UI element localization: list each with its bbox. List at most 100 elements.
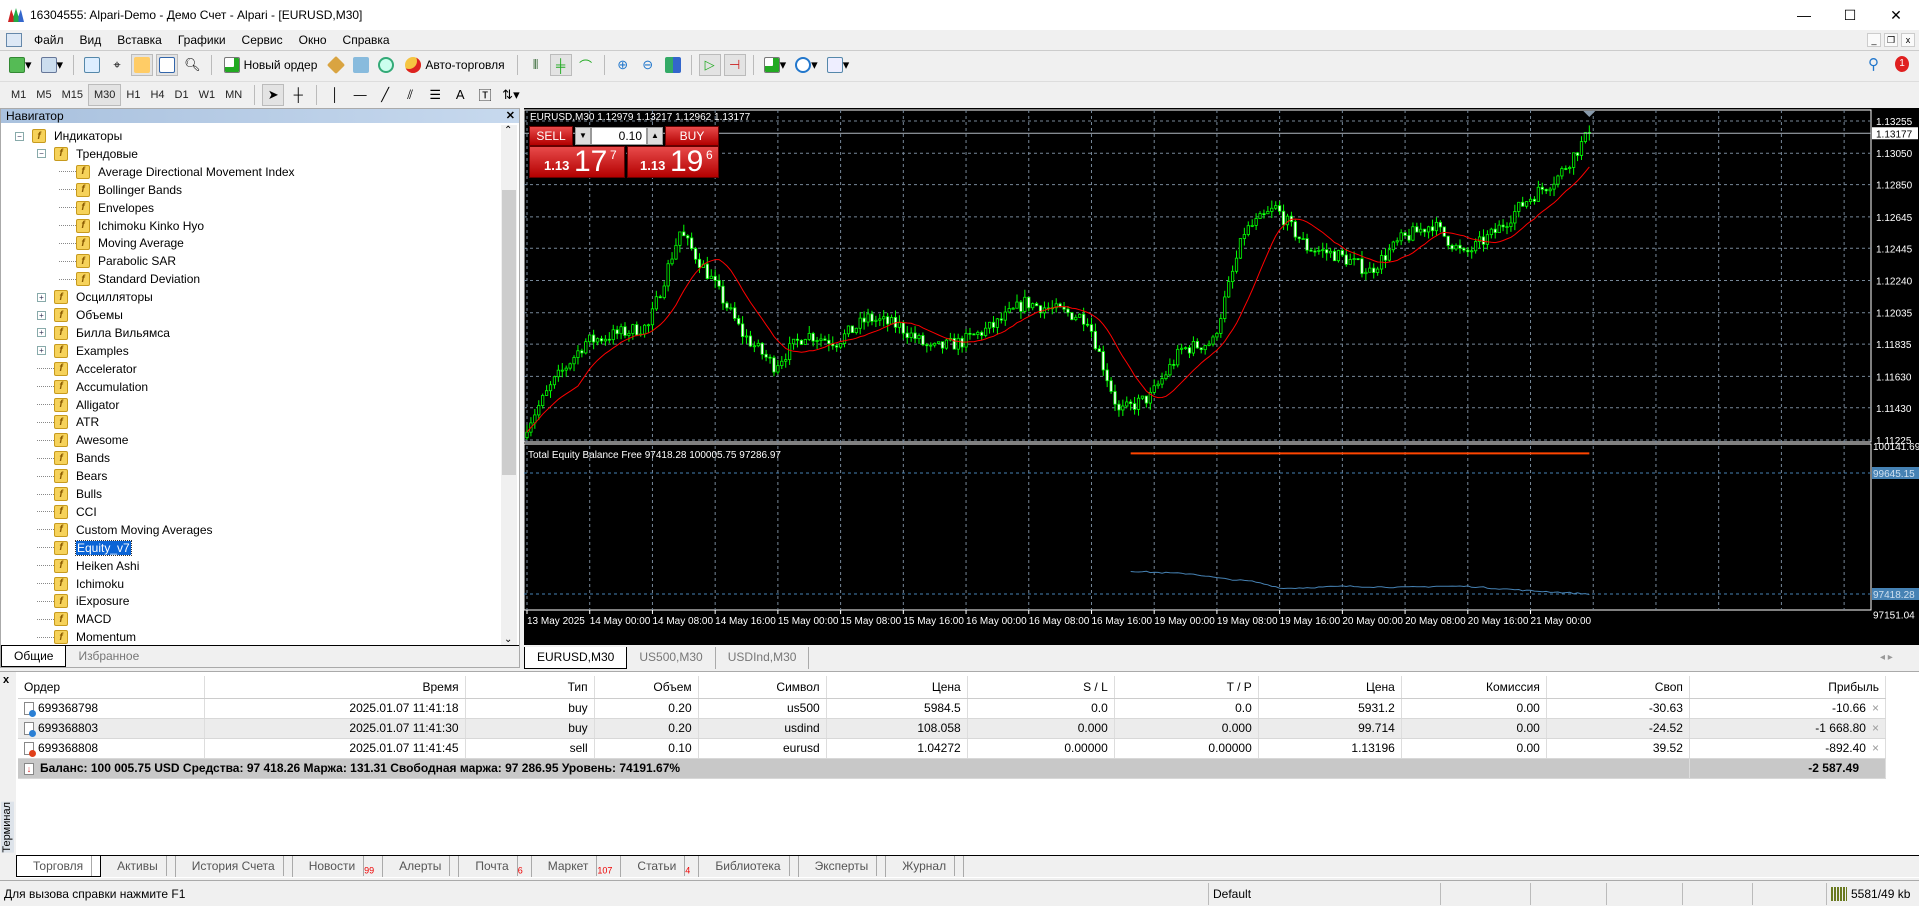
navigator-item[interactable]: + f Объемы (37, 306, 123, 324)
timeframe-m30[interactable]: M30 (87, 83, 122, 106)
cursor-tool[interactable]: ➤ (262, 83, 285, 106)
menu-item[interactable]: Окно (291, 33, 335, 47)
chart-window-icon[interactable] (6, 33, 22, 47)
order-row[interactable]: 699368803 2025.01.07 11:41:30 buy 0.20 usdin… (18, 718, 1887, 739)
navigator-item[interactable]: + f Билла Вильямса (37, 324, 170, 342)
navigator-button[interactable] (131, 54, 154, 76)
auto-scroll-button[interactable]: ▷ (698, 54, 721, 76)
navigator-item[interactable]: f iExposure (37, 592, 129, 610)
terminal-tab[interactable]: История Счета (176, 856, 293, 877)
new-chart-button[interactable]: ▾ (6, 54, 35, 76)
timeframe-mn[interactable]: MN (220, 84, 247, 106)
navigator-item[interactable]: f MACD (37, 610, 111, 628)
scrollbar-thumb[interactable] (502, 190, 516, 475)
collapse-icon[interactable]: − (15, 131, 24, 141)
timeframe-h4[interactable]: H4 (145, 84, 169, 106)
navigator-item[interactable]: f CCI (37, 503, 97, 521)
profiles-button[interactable]: ▾ (38, 54, 67, 76)
tab-general[interactable]: Общие (1, 646, 67, 667)
buy-button[interactable]: BUY (665, 126, 719, 146)
navigator-item[interactable]: f Bollinger Bands (59, 181, 182, 199)
menu-item[interactable]: Вставка (109, 33, 170, 47)
navigator-item[interactable]: f Standard Deviation (59, 270, 200, 288)
periods-button[interactable]: ▾ (792, 54, 821, 76)
zoom-in-button[interactable]: ⊕ (612, 54, 634, 76)
terminal-tab[interactable]: Почта 6 (459, 856, 532, 877)
scroll-down-icon[interactable]: ⌄ (504, 634, 512, 645)
minimize-button[interactable]: — (1781, 0, 1827, 30)
terminal-tab[interactable]: Торговля (16, 856, 102, 877)
eurusd-chart[interactable]: 13 May 2025 14 May 00:00 14 May 08:00 14 Ma… (523, 108, 1919, 645)
timeframe-m15[interactable]: M15 (57, 84, 88, 106)
column-header[interactable]: Ордер (18, 676, 205, 699)
order-row[interactable]: 699368798 2025.01.07 11:41:18 buy 0.20 us500… (18, 698, 1887, 719)
column-header[interactable]: Символ (698, 676, 827, 699)
close-order-icon[interactable]: × (1872, 721, 1879, 735)
column-header[interactable]: Объем (594, 676, 699, 699)
terminal-tab[interactable]: Эксперты (799, 856, 887, 877)
close-order-icon[interactable]: × (1872, 741, 1879, 755)
terminal-tab[interactable]: Статьи 4 (621, 856, 700, 877)
menu-item[interactable]: Вид (72, 33, 110, 47)
navigator-item[interactable]: f Accelerator (37, 360, 137, 378)
navigator-item[interactable]: f Bears (37, 467, 107, 485)
data-window-button[interactable]: ⌖ (106, 54, 128, 76)
notifications-button[interactable]: 1 (1893, 56, 1909, 74)
chart-tab-eurusd[interactable]: EURUSD,M30 (524, 647, 628, 669)
column-header[interactable]: Тип (465, 676, 595, 699)
order-row[interactable]: 699368808 2025.01.07 11:41:45 sell 0.10 euru… (18, 738, 1887, 759)
column-header[interactable]: Цена (826, 676, 968, 699)
navigator-item[interactable]: f Accumulation (37, 378, 148, 396)
column-header[interactable]: Цена (1258, 676, 1402, 699)
trendline-tool[interactable]: ╱ (374, 84, 396, 106)
navigator-item[interactable]: − f Индикаторы (15, 127, 122, 145)
navigator-item[interactable]: f Bands (37, 449, 110, 467)
chart-tab-us500[interactable]: US500,M30 (627, 647, 716, 669)
chart-window[interactable]: 13 May 2025 14 May 00:00 14 May 08:00 14 Ma… (523, 108, 1919, 645)
tab-favorites[interactable]: Избранное (66, 646, 151, 667)
navigator-item[interactable]: f Momentum (37, 628, 136, 645)
scroll-up-icon[interactable]: ⌃ (504, 125, 512, 136)
candlestick-button[interactable]: ╪ (549, 54, 572, 76)
text-label-tool[interactable]: 🅃 (474, 84, 496, 106)
terminal-tab[interactable]: Библиотека (699, 856, 799, 877)
navigator-item[interactable]: f Ichimoku Kinko Hyo (59, 217, 204, 235)
sell-price-button[interactable]: 1.13 17 7 (529, 146, 625, 178)
expand-icon[interactable]: + (37, 328, 46, 338)
maximize-button[interactable]: ☐ (1827, 0, 1873, 30)
navigator-item[interactable]: f Ichimoku (37, 575, 124, 593)
navigator-item[interactable]: f Custom Moving Averages (37, 521, 213, 539)
templates-button[interactable]: ▾ (824, 54, 853, 76)
chart-tabs-scroll[interactable]: ◂ ▸ (1880, 652, 1893, 663)
timeframe-h1[interactable]: H1 (121, 84, 145, 106)
vertical-line-tool[interactable]: │ (324, 84, 346, 106)
navigator-item[interactable]: f Moving Average (59, 234, 184, 252)
fibonacci-tool[interactable]: ☰ (424, 84, 446, 106)
menu-item[interactable]: Графики (170, 33, 234, 47)
new-order-button[interactable]: Новый ордер (219, 54, 323, 76)
equidistant-channel-tool[interactable]: ⫽ (399, 84, 421, 106)
search-icon[interactable]: ⚲ (1868, 55, 1879, 73)
indicators-button[interactable]: ▾ (761, 54, 790, 76)
zoom-out-button[interactable]: ⊖ (637, 54, 659, 76)
chart-shift-button[interactable]: ⊣ (723, 54, 746, 76)
navigator-item[interactable]: + f Examples (37, 342, 129, 360)
buy-price-button[interactable]: 1.13 19 6 (627, 146, 719, 178)
line-chart-button[interactable]: ⌒ (575, 54, 597, 76)
timeframe-w1[interactable]: W1 (194, 84, 221, 106)
menu-item[interactable]: Сервис (234, 33, 291, 47)
column-header[interactable]: S / L (967, 676, 1115, 699)
mdi-restore-button[interactable]: ❐ (1884, 33, 1898, 47)
close-button[interactable]: ✕ (1873, 0, 1919, 30)
navigator-item[interactable]: + f Осцилляторы (37, 288, 153, 306)
navigator-item[interactable]: f Average Directional Movement Index (59, 163, 295, 181)
navigator-scrollbar[interactable]: ⌃ ⌄ (501, 125, 517, 645)
mdi-close-button[interactable]: x (1901, 33, 1915, 47)
terminal-tab[interactable]: Алерты (383, 856, 460, 877)
navigator-item[interactable]: f Equity_v7 (37, 539, 132, 557)
tile-windows-button[interactable] (662, 54, 684, 76)
column-header[interactable]: T / P (1114, 676, 1259, 699)
expand-icon[interactable]: + (37, 346, 46, 356)
terminal-button[interactable] (156, 54, 179, 76)
menu-item[interactable]: Файл (26, 33, 72, 47)
